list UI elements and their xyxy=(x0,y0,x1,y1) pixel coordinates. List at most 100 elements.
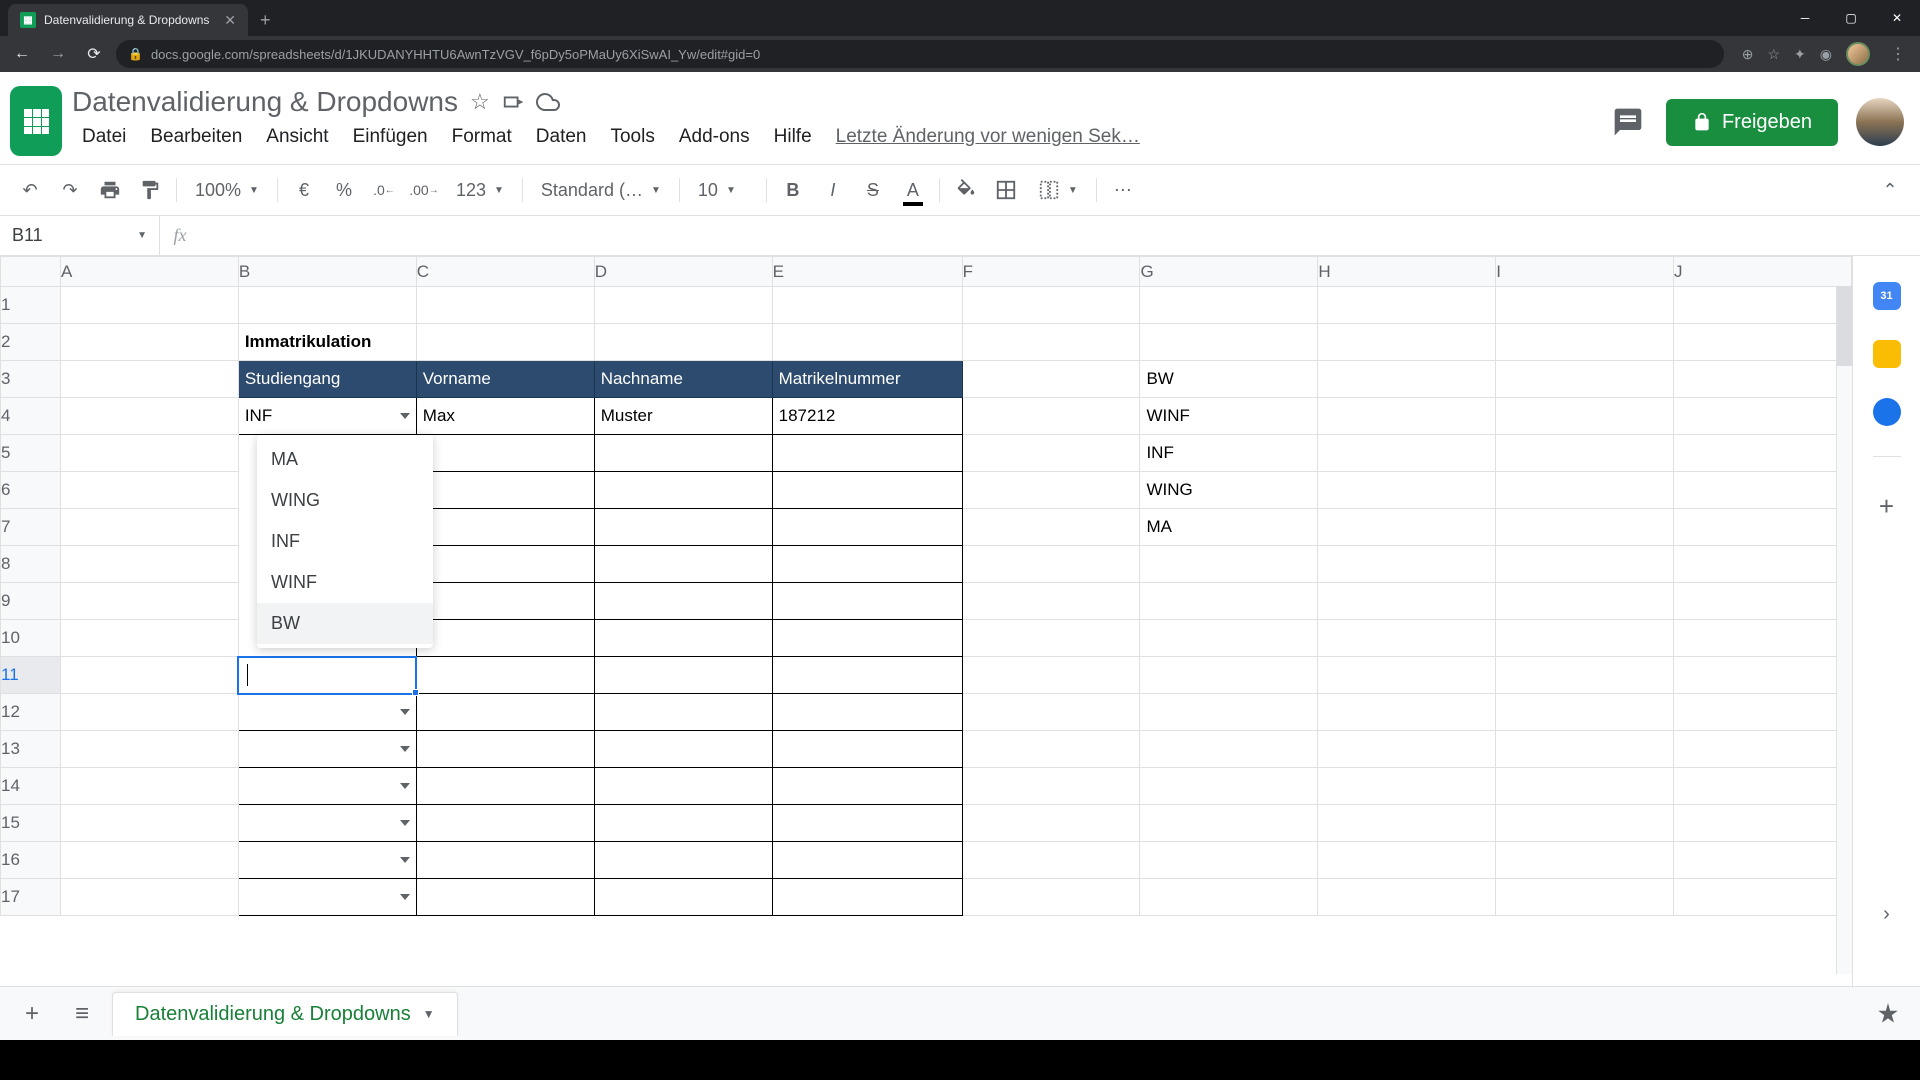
chevron-down-icon[interactable] xyxy=(400,709,410,715)
doc-title[interactable]: Datenvalidierung & Dropdowns xyxy=(72,86,458,118)
vertical-scrollbar[interactable] xyxy=(1836,286,1852,974)
cell-B14[interactable] xyxy=(238,768,416,805)
font-select[interactable]: Standard (…▼ xyxy=(531,180,671,201)
col-header-C[interactable]: C xyxy=(416,257,594,287)
validation-dropdown[interactable]: MA WING INF WINF BW xyxy=(257,435,433,648)
cell-B15[interactable] xyxy=(238,805,416,842)
col-header-G[interactable]: G xyxy=(1140,257,1318,287)
url-box[interactable]: 🔒 docs.google.com/spreadsheets/d/1JKUDAN… xyxy=(116,40,1724,68)
cell-G4[interactable]: WINF xyxy=(1140,398,1318,435)
row-header-16[interactable]: 16 xyxy=(1,842,61,879)
select-all-corner[interactable] xyxy=(1,257,61,287)
cell-C3[interactable]: Vorname xyxy=(416,361,594,398)
merge-cells-button[interactable]: ▼ xyxy=(1028,179,1088,201)
menu-data[interactable]: Daten xyxy=(526,122,597,152)
row-header-14[interactable]: 14 xyxy=(1,768,61,805)
chevron-down-icon[interactable] xyxy=(400,820,410,826)
zoom-select[interactable]: 100%▼ xyxy=(185,180,269,201)
chevron-down-icon[interactable] xyxy=(400,894,410,900)
menu-view[interactable]: Ansicht xyxy=(256,122,338,152)
increase-decimal-button[interactable]: .00→ xyxy=(406,172,442,208)
explore-button[interactable] xyxy=(1868,994,1908,1034)
row-header-17[interactable]: 17 xyxy=(1,879,61,916)
menu-file[interactable]: Datei xyxy=(72,122,136,152)
cell-B2[interactable]: Immatrikulation xyxy=(238,324,416,361)
col-header-A[interactable]: A xyxy=(60,257,238,287)
decrease-decimal-button[interactable]: .0← xyxy=(366,172,402,208)
row-header-15[interactable]: 15 xyxy=(1,805,61,842)
text-color-button[interactable]: A xyxy=(895,172,931,208)
undo-button[interactable]: ↶ xyxy=(12,172,48,208)
cell-B3[interactable]: Studiengang xyxy=(238,361,416,398)
col-header-D[interactable]: D xyxy=(594,257,772,287)
last-edit-link[interactable]: Letzte Änderung vor wenigen Sek… xyxy=(826,122,1150,152)
col-header-J[interactable]: J xyxy=(1674,257,1852,287)
menu-tools[interactable]: Tools xyxy=(600,122,664,152)
all-sheets-button[interactable]: ≡ xyxy=(62,994,102,1034)
expand-panel-button[interactable]: › xyxy=(1883,903,1890,926)
cell-B11-active[interactable] xyxy=(238,657,416,694)
row-header-1[interactable]: 1 xyxy=(1,287,61,324)
profile-avatar[interactable] xyxy=(1856,98,1904,146)
new-tab-button[interactable]: + xyxy=(248,4,283,36)
cell-G7[interactable]: MA xyxy=(1140,509,1318,546)
back-button[interactable]: ← xyxy=(8,40,36,68)
add-addon-button[interactable]: + xyxy=(1879,491,1894,522)
bold-button[interactable]: B xyxy=(775,172,811,208)
row-header-6[interactable]: 6 xyxy=(1,472,61,509)
col-header-F[interactable]: F xyxy=(962,257,1140,287)
row-header-9[interactable]: 9 xyxy=(1,583,61,620)
star-icon[interactable]: ☆ xyxy=(1767,46,1780,63)
cell-D4[interactable]: Muster xyxy=(594,398,772,435)
borders-button[interactable] xyxy=(988,172,1024,208)
calendar-icon[interactable] xyxy=(1873,282,1901,310)
more-tools-button[interactable]: ⋯ xyxy=(1105,172,1141,208)
cell-G3[interactable]: BW xyxy=(1140,361,1318,398)
row-header-2[interactable]: 2 xyxy=(1,324,61,361)
row-header-11[interactable]: 11 xyxy=(1,657,61,694)
minimize-button[interactable]: ─ xyxy=(1782,0,1828,36)
tasks-icon[interactable] xyxy=(1873,398,1901,426)
add-sheet-button[interactable]: + xyxy=(12,994,52,1034)
dropdown-item-ma[interactable]: MA xyxy=(257,439,433,480)
row-header-5[interactable]: 5 xyxy=(1,435,61,472)
zoom-icon[interactable]: ⊕ xyxy=(1742,46,1754,63)
row-header-13[interactable]: 13 xyxy=(1,731,61,768)
cell-B17[interactable] xyxy=(238,879,416,916)
currency-button[interactable]: € xyxy=(286,172,322,208)
cell-G6[interactable]: WING xyxy=(1140,472,1318,509)
italic-button[interactable]: I xyxy=(815,172,851,208)
print-button[interactable] xyxy=(92,172,128,208)
cell-B13[interactable] xyxy=(238,731,416,768)
move-icon[interactable] xyxy=(502,91,524,113)
menu-insert[interactable]: Einfügen xyxy=(343,122,438,152)
redo-button[interactable]: ↷ xyxy=(52,172,88,208)
row-header-7[interactable]: 7 xyxy=(1,509,61,546)
col-header-E[interactable]: E xyxy=(772,257,962,287)
browser-tab[interactable]: ▦ Datenvalidierung & Dropdowns ✕ xyxy=(8,4,248,36)
col-header-B[interactable]: B xyxy=(238,257,416,287)
col-header-I[interactable]: I xyxy=(1496,257,1674,287)
chrome-menu-icon[interactable]: ⋮ xyxy=(1884,44,1912,64)
sheets-logo[interactable] xyxy=(10,86,62,156)
row-header-3[interactable]: 3 xyxy=(1,361,61,398)
paint-format-button[interactable] xyxy=(132,172,168,208)
star-icon[interactable]: ☆ xyxy=(470,89,490,115)
chevron-down-icon[interactable] xyxy=(400,413,410,419)
number-format-select[interactable]: 123▼ xyxy=(446,180,514,201)
maximize-button[interactable]: ▢ xyxy=(1828,0,1874,36)
fill-color-button[interactable] xyxy=(948,172,984,208)
cell-fill-handle[interactable] xyxy=(412,689,419,696)
cell-G5[interactable]: INF xyxy=(1140,435,1318,472)
col-header-H[interactable]: H xyxy=(1318,257,1496,287)
extension-icon[interactable]: ◉ xyxy=(1820,46,1832,63)
cloud-status-icon[interactable] xyxy=(536,90,560,114)
profile-avatar-small[interactable] xyxy=(1846,42,1870,66)
menu-addons[interactable]: Add-ons xyxy=(669,122,760,152)
dropdown-item-inf[interactable]: INF xyxy=(257,521,433,562)
cell-D3[interactable]: Nachname xyxy=(594,361,772,398)
cell-C4[interactable]: Max xyxy=(416,398,594,435)
chevron-down-icon[interactable] xyxy=(400,857,410,863)
dropdown-item-wing[interactable]: WING xyxy=(257,480,433,521)
row-header-8[interactable]: 8 xyxy=(1,546,61,583)
